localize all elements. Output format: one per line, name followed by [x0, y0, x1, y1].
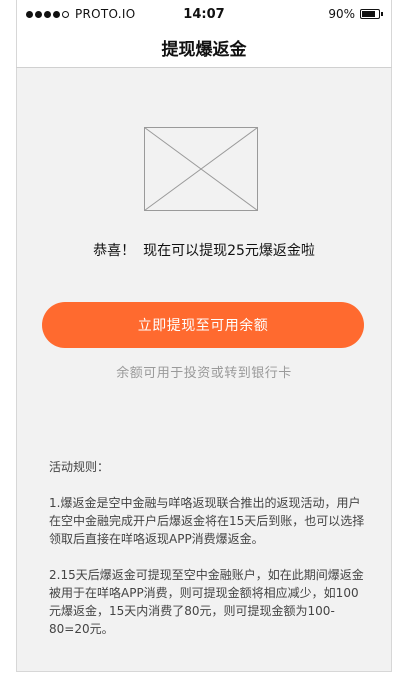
navigation-bar: 提现爆返金	[16, 28, 392, 68]
page-title: 提现爆返金	[161, 40, 247, 60]
rule-item: 2.15天后爆返金可提现至空中金融账户，如在此期间爆返金被用于在咩咯APP消费，…	[49, 568, 364, 636]
battery-icon	[360, 9, 383, 19]
congrats-text: 现在可以提现25元爆返金啦	[143, 243, 315, 259]
activity-rules: 活动规则： 1.爆返金是空中金融与咩咯返现联合推出的返现活动，用户在空中金融完成…	[49, 458, 369, 656]
status-bar: PROTO.IO 14:07 90%	[16, 0, 392, 28]
main-content: 恭喜！ 现在可以提现25元爆返金啦 立即提现至可用余额 余额可用于投资或转到银行卡…	[17, 68, 391, 671]
congrats-label: 恭喜！	[93, 243, 136, 259]
congrats-message: 恭喜！ 现在可以提现25元爆返金啦	[17, 240, 391, 260]
balance-hint: 余额可用于投资或转到银行卡	[116, 366, 292, 381]
rules-title: 活动规则：	[49, 460, 110, 474]
image-placeholder-icon	[144, 127, 258, 211]
battery-indicator: 90%	[328, 7, 383, 21]
withdraw-to-balance-button[interactable]: 立即提现至可用余额	[42, 302, 364, 348]
battery-percent: 90%	[328, 7, 355, 21]
battery-fill	[362, 11, 375, 17]
rule-item: 1.爆返金是空中金融与咩咯返现联合推出的返现活动，用户在空中金融完成开户后爆返金…	[49, 496, 365, 546]
